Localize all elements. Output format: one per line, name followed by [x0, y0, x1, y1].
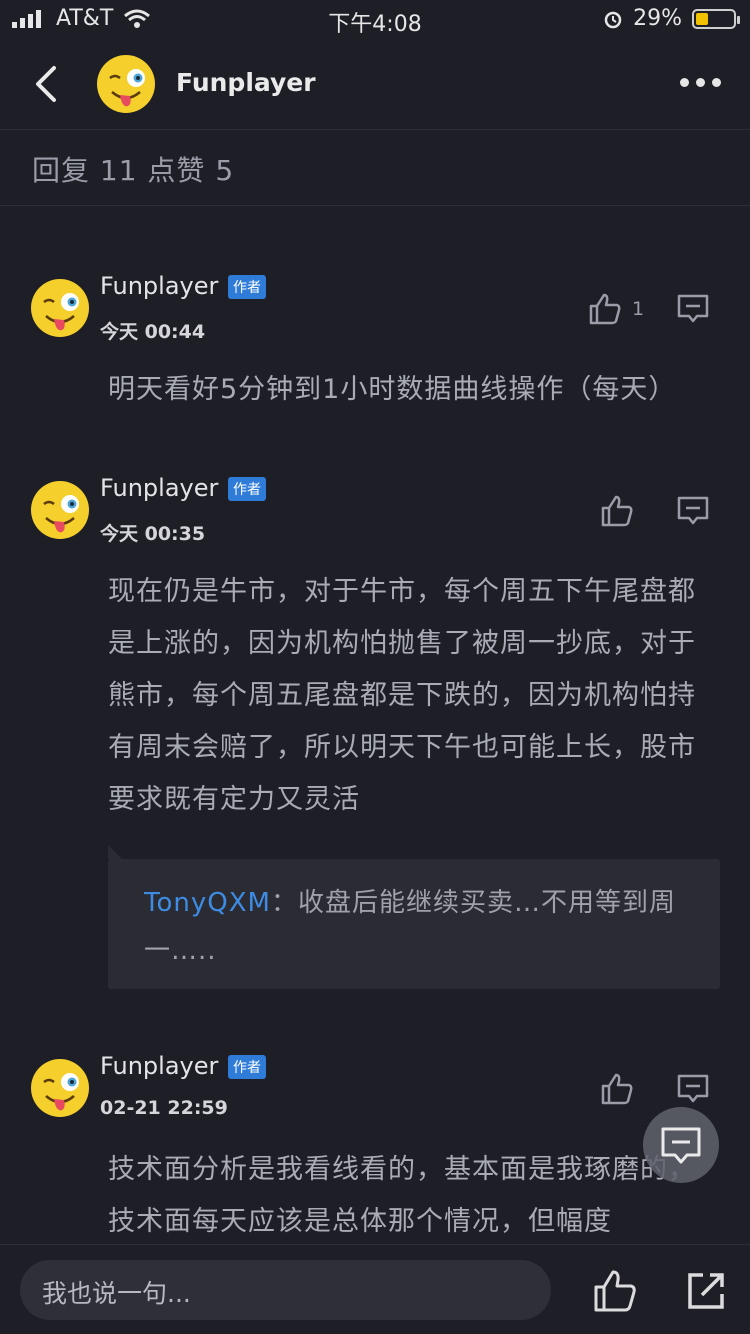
quote-text: TonyQXM：收盘后能继续买卖…不用等到周一….. [144, 879, 684, 975]
avatar[interactable] [30, 1058, 90, 1118]
alarm-icon [604, 11, 622, 28]
back-icon[interactable] [28, 62, 68, 106]
author-name[interactable]: Funplayer [100, 272, 218, 300]
like-count: 1 [632, 298, 645, 320]
status-bar: AT&T 下午4:08 29% [0, 0, 750, 40]
post-content: 明天看好5分钟到1小时数据曲线操作（每天） [108, 374, 677, 405]
quote-caret [108, 845, 122, 859]
comment-icon[interactable] [676, 1072, 710, 1106]
author-name[interactable]: Funplayer [100, 1052, 218, 1080]
nav-title: Funplayer [176, 68, 316, 97]
floating-reply-button[interactable] [643, 1107, 719, 1183]
post-time: 今天 00:35 [100, 523, 206, 545]
thumbs-up-icon[interactable] [593, 1269, 637, 1313]
bottom-bar: 我也说一句... [0, 1244, 750, 1334]
thumbs-up-icon[interactable] [588, 292, 622, 326]
reply-like-stats: 回复 11 点赞 5 [0, 131, 750, 206]
thumbs-up-icon[interactable] [600, 1072, 634, 1106]
battery-percent: 29% [633, 6, 682, 31]
avatar[interactable] [30, 278, 90, 338]
battery-icon [692, 8, 740, 29]
status-right: 29% [603, 6, 740, 31]
comment-input-placeholder: 我也说一句... [42, 1279, 191, 1308]
thumbs-up-icon[interactable] [600, 494, 634, 528]
nav-bar: Funplayer [0, 40, 750, 130]
comment-icon[interactable] [676, 494, 710, 528]
post-time: 02-21 22:59 [100, 1097, 228, 1119]
avatar[interactable] [30, 480, 90, 540]
post-content: 技术面分析是我看线看的，基本面是我琢磨的，技术面每天应该是总体那个情况，但幅度 [108, 1154, 696, 1237]
author-badge: 作者 [228, 477, 266, 501]
post-content: 现在仍是牛市，对于牛市，每个周五下午尾盘都是上涨的，因为机构怕抛售了被周一抄底，… [108, 576, 696, 815]
comment-input[interactable]: 我也说一句... [20, 1260, 551, 1320]
author-badge: 作者 [228, 1055, 266, 1079]
more-icon[interactable] [680, 72, 724, 92]
quote-separator: ： [270, 888, 298, 918]
author-name[interactable]: Funplayer [100, 474, 218, 502]
quote-user-link[interactable]: TonyQXM [144, 888, 271, 918]
quoted-reply[interactable]: TonyQXM：收盘后能继续买卖…不用等到周一….. [108, 859, 720, 989]
post-time: 今天 00:44 [100, 321, 206, 343]
comment-icon [661, 1127, 701, 1164]
comment-icon[interactable] [676, 292, 710, 326]
avatar[interactable] [96, 54, 156, 114]
share-icon[interactable] [686, 1271, 726, 1311]
author-badge: 作者 [228, 275, 266, 299]
stats-text: 回复 11 点赞 5 [32, 154, 235, 187]
